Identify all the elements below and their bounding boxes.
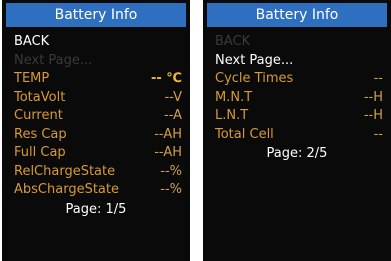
next-page-label: Next Page...: [215, 52, 294, 68]
info-label: Current: [14, 108, 63, 123]
back-menu-item[interactable]: BACK: [2, 33, 190, 52]
info-label: RelChargeState: [14, 163, 116, 179]
menu-list: BACK Next Page... TEMP -- ℃ TotaVolt --V…: [2, 33, 190, 220]
info-label: Res Cap: [14, 126, 67, 142]
info-row-full-cap: Full Cap --AH: [2, 144, 190, 163]
next-page-label: Next Page...: [14, 52, 93, 68]
info-value: --A: [164, 108, 182, 123]
info-value: --AH: [154, 126, 182, 142]
info-row-rel-charge-state: RelChargeState --%: [2, 163, 190, 182]
info-row-lnt: L.N.T --H: [203, 107, 391, 126]
next-page-menu-item[interactable]: Next Page...: [203, 52, 391, 71]
back-label: BACK: [215, 34, 251, 49]
info-row-temp: TEMP -- ℃: [2, 70, 190, 89]
info-row-res-cap: Res Cap --AH: [2, 126, 190, 145]
info-value: --AH: [154, 145, 182, 160]
battery-info-screen-page-2: Battery Info BACK Next Page... Cycle Tim…: [203, 0, 391, 261]
info-value: --: [373, 126, 383, 142]
info-row-total-cell: Total Cell --: [203, 126, 391, 145]
battery-info-screen-page-1: Battery Info BACK Next Page... TEMP -- ℃…: [2, 0, 190, 261]
next-page-menu-item: Next Page...: [2, 52, 190, 71]
info-value: --%: [160, 163, 182, 179]
info-label: TEMP: [14, 71, 50, 86]
info-label: Cycle Times: [215, 71, 294, 86]
info-row-total-volt: TotaVolt --V: [2, 89, 190, 108]
info-row-current: Current --A: [2, 107, 190, 126]
screen-title: Battery Info: [6, 3, 186, 27]
info-value: --: [373, 71, 383, 86]
info-label: TotaVolt: [14, 89, 66, 105]
info-row-mnt: M.N.T --H: [203, 89, 391, 108]
info-label: Full Cap: [14, 145, 66, 160]
info-value: --H: [363, 89, 383, 105]
menu-list: BACK Next Page... Cycle Times -- M.N.T -…: [203, 33, 391, 164]
back-label: BACK: [14, 34, 50, 49]
info-value: --H: [363, 108, 383, 123]
info-label: Total Cell: [215, 126, 274, 142]
info-label: L.N.T: [215, 108, 249, 123]
back-menu-item: BACK: [203, 33, 391, 52]
info-row-cycle-times: Cycle Times --: [203, 70, 391, 89]
page-indicator: Page: 1/5: [65, 201, 127, 217]
info-value: --V: [164, 89, 182, 105]
info-label: M.N.T: [215, 89, 253, 105]
info-row-abs-charge-state: AbsChargeState --%: [2, 181, 190, 200]
info-label: AbsChargeState: [14, 182, 119, 197]
info-value: --%: [160, 182, 182, 197]
page-indicator: Page: 2/5: [266, 146, 328, 161]
info-value: -- ℃: [150, 71, 182, 86]
screen-title: Battery Info: [207, 3, 387, 27]
